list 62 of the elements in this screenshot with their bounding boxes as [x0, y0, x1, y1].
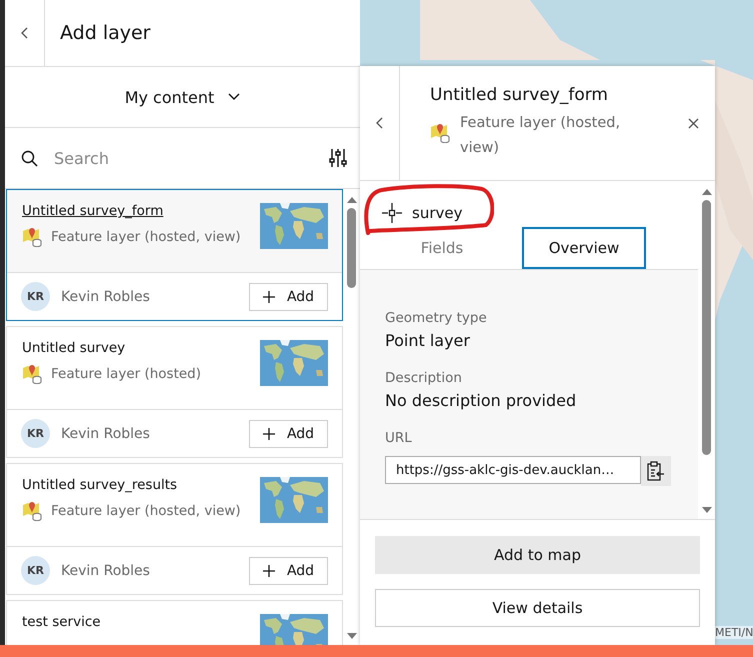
- scroll-up-arrow-icon[interactable]: [346, 195, 358, 204]
- world-map-thumbnail: [260, 477, 328, 523]
- chevron-left-icon: [376, 117, 384, 129]
- url-field[interactable]: https://gss-aklc-gis-dev.aucklan…: [385, 456, 641, 484]
- content-source-dropdown[interactable]: My content: [118, 86, 246, 108]
- add-button[interactable]: Add: [249, 556, 328, 584]
- details-layer-type: Feature layer (hosted, view): [460, 114, 622, 158]
- search-icon: [21, 150, 38, 166]
- layer-card[interactable]: Untitled survey_form Feature layer (hosted, view) KR Kevin Robles Add: [6, 189, 343, 321]
- plus-icon: [262, 428, 275, 440]
- feature-layer-icon: [22, 501, 42, 521]
- feature-layer-icon: [430, 123, 450, 143]
- tab[interactable]: Overview: [522, 227, 646, 269]
- clipboard-icon: [647, 461, 665, 481]
- add-to-map-button[interactable]: Add to map: [375, 536, 700, 574]
- layer-type: Feature layer (hosted): [51, 366, 202, 382]
- owner-avatar: KR: [21, 419, 50, 448]
- feature-layer-icon: [22, 364, 42, 384]
- layer-title[interactable]: Untitled survey: [22, 340, 260, 356]
- layer-type: Feature layer (hosted, view): [51, 503, 241, 519]
- scrollbar-thumb[interactable]: [347, 208, 356, 288]
- close-icon: [688, 118, 698, 128]
- layer-title[interactable]: Untitled survey_results: [22, 477, 260, 493]
- feature-layer-icon: [22, 227, 42, 247]
- world-map-thumbnail: [260, 340, 328, 386]
- owner-avatar: KR: [21, 282, 50, 311]
- owner-avatar: KR: [21, 556, 50, 585]
- add-button[interactable]: Add: [249, 282, 328, 310]
- view-details-button[interactable]: View details: [375, 589, 700, 627]
- owner-name: Kevin Robles: [61, 426, 151, 442]
- details-title: Untitled survey_form: [430, 85, 609, 105]
- chevron-left-icon: [20, 27, 28, 39]
- scroll-up-arrow-icon[interactable]: [700, 187, 712, 196]
- world-map-thumbnail: [260, 203, 328, 249]
- filter-sliders-icon[interactable]: [328, 148, 348, 168]
- scroll-down-arrow-icon[interactable]: [346, 632, 358, 641]
- search-field[interactable]: Search: [52, 148, 314, 168]
- plus-icon: [262, 290, 275, 302]
- owner-name: Kevin Robles: [61, 288, 151, 304]
- owner-name: Kevin Robles: [61, 562, 151, 578]
- copy-button[interactable]: [641, 456, 671, 486]
- layer-name: survey: [412, 204, 462, 222]
- layer-type: Feature layer (hosted, view): [51, 229, 241, 245]
- field-label: URL: [385, 430, 413, 446]
- layer-card[interactable]: test service: [6, 600, 343, 645]
- field-label: Geometry type: [385, 310, 488, 326]
- layer-card[interactable]: Untitled survey_results Feature layer (hosted, view) KR Kevin Robles Add: [6, 463, 343, 595]
- point-layer-icon: [382, 203, 402, 223]
- layer-title[interactable]: Untitled survey_form: [22, 203, 260, 219]
- scrollbar-thumb[interactable]: [702, 200, 711, 455]
- layer-title[interactable]: test service: [22, 614, 260, 630]
- add-button[interactable]: Add: [249, 420, 328, 448]
- plus-icon: [262, 564, 275, 576]
- scroll-down-arrow-icon[interactable]: [700, 506, 712, 515]
- map-attribution: METI/N: [715, 626, 753, 639]
- field-value: No description provided: [385, 391, 578, 410]
- panel-title: Add layer: [60, 22, 150, 44]
- chevron-down-icon: [228, 93, 240, 101]
- field-label: Description: [385, 370, 463, 386]
- layer-card[interactable]: Untitled survey Feature layer (hosted) KR Kevin Robles Add: [6, 326, 343, 458]
- field-value: Point layer: [385, 331, 471, 350]
- tab[interactable]: Fields: [380, 227, 504, 269]
